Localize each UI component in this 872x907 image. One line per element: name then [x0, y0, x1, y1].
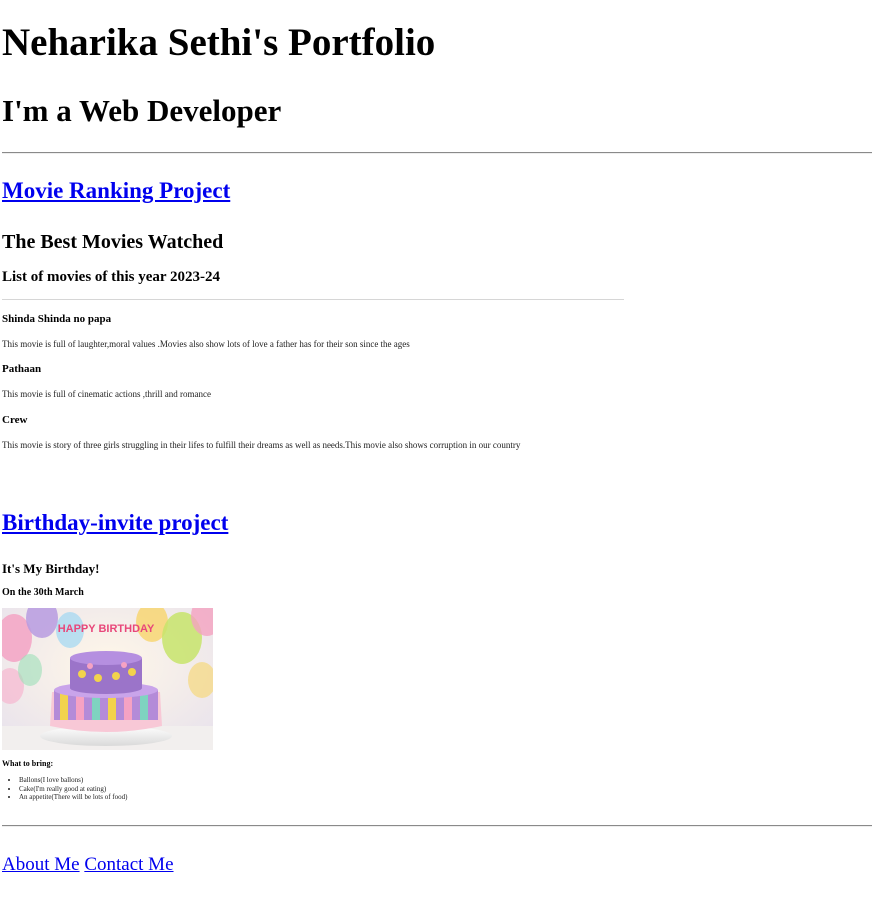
- movie-list-divider: [2, 299, 624, 300]
- birthday-invite-project-link[interactable]: Birthday-invite project: [2, 510, 228, 535]
- project-heading-movie: Movie Ranking Project: [2, 177, 230, 205]
- movie-description: This movie is full of cinematic actions …: [2, 389, 211, 399]
- contact-me-link[interactable]: Contact Me: [84, 854, 173, 875]
- project-heading-birthday: Birthday-invite project: [2, 509, 228, 537]
- list-item: Ballons(I love ballons): [19, 776, 127, 785]
- list-item: An appetite(There will be lots of food): [19, 793, 127, 802]
- movie-list-subheading: List of movies of this year 2023-24: [2, 269, 221, 285]
- list-item: Cake(I'm really good at eating): [19, 785, 127, 794]
- movie-description: This movie is story of three girls strug…: [2, 440, 521, 450]
- bring-list: Ballons(I love ballons) Cake(I'm really …: [2, 776, 127, 802]
- birthday-heading: It's My Birthday!: [2, 561, 100, 576]
- movie-title: Pathaan: [2, 363, 42, 375]
- about-me-link[interactable]: About Me: [2, 854, 80, 875]
- section-divider: [2, 152, 872, 154]
- page-title: Neharika Sethi's Portfolio: [2, 21, 436, 64]
- movie-title: Crew: [2, 414, 28, 426]
- movie-title: Shinda Shinda no papa: [2, 313, 112, 325]
- birthday-date: On the 30th March: [2, 587, 84, 598]
- footer-nav: About Me Contact Me: [2, 853, 174, 877]
- movie-ranking-project-link[interactable]: Movie Ranking Project: [2, 178, 230, 203]
- bring-heading: What to bring:: [2, 759, 54, 768]
- footer-divider: [2, 825, 872, 827]
- cake-candle-text: HAPPY BIRTHDAY: [58, 623, 155, 635]
- birthday-cake-image: HAPPY BIRTHDAY: [2, 608, 213, 750]
- page-subtitle: I'm a Web Developer: [2, 93, 282, 128]
- movie-ranking-embed: The Best Movies Watched List of movies o…: [2, 225, 624, 465]
- movie-list-heading: The Best Movies Watched: [2, 231, 224, 253]
- birthday-invite-embed: It's My Birthday! On the 30th March HAPP…: [2, 558, 302, 808]
- movie-description: This movie is full of laughter,moral val…: [2, 339, 410, 349]
